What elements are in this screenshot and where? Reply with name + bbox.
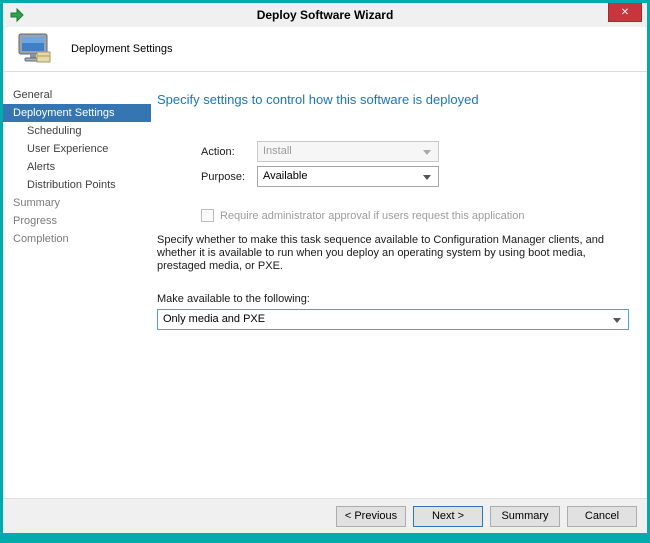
- task-sequence-description: Specify whether to make this task sequen…: [157, 234, 629, 273]
- purpose-row: Purpose: Available: [201, 166, 629, 187]
- sidebar-item-deployment-settings[interactable]: Deployment Settings: [3, 104, 151, 122]
- purpose-label: Purpose:: [201, 171, 257, 183]
- action-combobox[interactable]: Install: [257, 141, 439, 162]
- wizard-content: Specify settings to control how this sof…: [151, 72, 647, 498]
- next-button[interactable]: Next >: [413, 506, 483, 527]
- make-available-value: Only media and PXE: [163, 313, 265, 325]
- make-available-combobox[interactable]: Only media and PXE: [157, 309, 629, 330]
- wizard-body: General Deployment Settings Scheduling U…: [3, 72, 647, 498]
- sidebar-item-user-experience[interactable]: User Experience: [3, 140, 151, 158]
- page-title: Deployment Settings: [71, 43, 173, 55]
- wizard-footer: < Previous Next > Summary Cancel: [3, 498, 647, 533]
- action-value: Install: [263, 145, 292, 157]
- deployment-settings-icon: [15, 32, 53, 66]
- sidebar-item-summary[interactable]: Summary: [3, 194, 151, 212]
- action-label: Action:: [201, 146, 257, 158]
- deploy-software-wizard-window: Deploy Software Wizard ✕ Deployment Sett…: [0, 0, 650, 543]
- sidebar-item-scheduling[interactable]: Scheduling: [3, 122, 151, 140]
- previous-button[interactable]: < Previous: [336, 506, 406, 527]
- cancel-button[interactable]: Cancel: [567, 506, 637, 527]
- wizard-steps-sidebar: General Deployment Settings Scheduling U…: [3, 72, 151, 498]
- sidebar-item-distribution-points[interactable]: Distribution Points: [3, 176, 151, 194]
- sidebar-item-progress[interactable]: Progress: [3, 212, 151, 230]
- close-icon: ✕: [621, 7, 629, 18]
- wizard-header: Deployment Settings: [3, 27, 647, 72]
- content-heading: Specify settings to control how this sof…: [157, 92, 629, 107]
- approval-checkbox-label: Require administrator approval if users …: [220, 210, 525, 222]
- summary-button[interactable]: Summary: [490, 506, 560, 527]
- purpose-value: Available: [263, 170, 307, 182]
- window-title: Deploy Software Wizard: [3, 8, 647, 22]
- make-available-label: Make available to the following:: [157, 293, 629, 305]
- sidebar-item-general[interactable]: General: [3, 86, 151, 104]
- action-purpose-block: Action: Install Purpose: Available: [201, 141, 629, 187]
- close-button[interactable]: ✕: [608, 3, 642, 22]
- approval-checkbox-row: Require administrator approval if users …: [201, 209, 629, 222]
- sidebar-item-alerts[interactable]: Alerts: [3, 158, 151, 176]
- action-row: Action: Install: [201, 141, 629, 162]
- titlebar: Deploy Software Wizard ✕: [3, 3, 647, 27]
- approval-checkbox[interactable]: [201, 209, 214, 222]
- chevron-down-icon: [423, 175, 431, 180]
- sidebar-item-completion[interactable]: Completion: [3, 230, 151, 248]
- chevron-down-icon: [613, 318, 621, 323]
- purpose-combobox[interactable]: Available: [257, 166, 439, 187]
- chevron-down-icon: [423, 150, 431, 155]
